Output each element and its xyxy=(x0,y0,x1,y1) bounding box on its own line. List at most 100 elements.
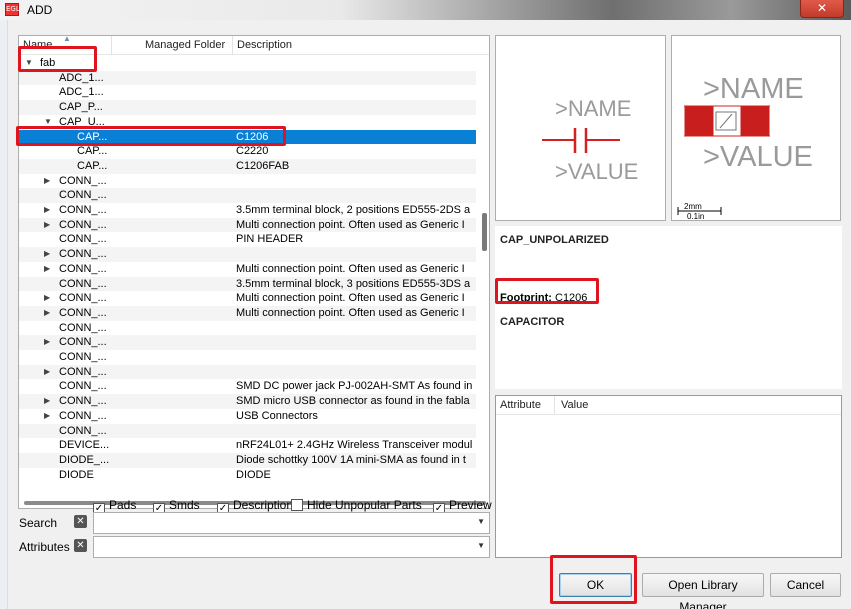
vertical-scrollbar[interactable] xyxy=(480,56,489,499)
tree-row-name: CONN_... xyxy=(59,365,107,378)
tree-row[interactable]: CAP_P... xyxy=(19,100,476,115)
clear-search-icon[interactable]: ✕ xyxy=(74,515,87,528)
tree-row-name: CONN_... xyxy=(59,380,107,393)
tree-row[interactable]: ▶ CONN_... xyxy=(19,364,476,380)
tree-row[interactable]: DIODE DIODE xyxy=(19,468,476,483)
symbol-value-text: >VALUE xyxy=(555,159,638,184)
collapsed-arrow-icon[interactable]: ▶ xyxy=(44,218,50,233)
attribute-table[interactable]: Attribute Value xyxy=(495,395,842,558)
chevron-down-icon[interactable]: ▼ xyxy=(477,541,485,550)
attributes-field[interactable]: ▼ xyxy=(93,536,490,558)
tree-row-name: CAP... xyxy=(77,159,108,172)
cancel-button[interactable]: Cancel xyxy=(770,573,841,597)
column-attribute[interactable]: Attribute xyxy=(500,399,541,411)
close-button[interactable]: ✕ xyxy=(800,0,844,18)
tree-row-name: CAP_P... xyxy=(59,101,103,114)
tree-row-name: CONN_... xyxy=(59,174,107,187)
tree-row[interactable]: ▼ fab xyxy=(19,56,476,71)
tree-row-description: SMD micro USB connector as found in the … xyxy=(236,395,470,408)
window-edge xyxy=(0,20,8,609)
tree-row[interactable]: ADC_1... xyxy=(19,85,476,100)
collapsed-arrow-icon[interactable]: ▶ xyxy=(44,306,50,321)
tree-row[interactable]: CONN_... xyxy=(19,350,476,365)
attributes-input[interactable] xyxy=(96,539,471,555)
dialog-client: ▲ Name Managed Folder Description ▼ fab AD… xyxy=(0,20,851,609)
expanded-arrow-icon[interactable]: ▼ xyxy=(44,115,52,130)
tree-row[interactable]: ▶ CONN_... Multi connection point. Often u… xyxy=(19,217,476,233)
collapsed-arrow-icon[interactable]: ▶ xyxy=(44,291,50,306)
tree-row[interactable]: ▶ CONN_... xyxy=(19,335,476,350)
hide-unpopular-checkbox[interactable]: Hide Unpopular Parts xyxy=(291,498,422,512)
tree-row[interactable]: DIODE_... Diode schottky 100V 1A mini-SMA… xyxy=(19,452,476,468)
tree-row[interactable]: ADC_1... xyxy=(19,70,476,86)
pads-checkbox[interactable]: ✓ Pads xyxy=(93,498,137,515)
smds-checkbox[interactable]: ✓ Smds xyxy=(153,498,200,515)
tree-row[interactable]: CONN_... xyxy=(19,423,476,439)
tree-row-name: CONN_... xyxy=(59,306,107,319)
tree-row[interactable]: ▶ CONN_... Multi connection point. Often u… xyxy=(19,305,476,321)
tree-row[interactable]: ▼ CAP_U... xyxy=(19,115,476,130)
column-value[interactable]: Value xyxy=(561,399,588,411)
footprint-label: Footprint: xyxy=(500,292,552,304)
tree-row[interactable]: CONN_... SMD DC power jack PJ-002AH-SMT A… xyxy=(19,379,476,394)
search-label: Search xyxy=(19,516,58,530)
tree-row-name: CONN_... xyxy=(59,233,107,246)
tree-row[interactable]: DEVICE... nRF24L01+ 2.4GHz Wireless Trans… xyxy=(19,438,476,453)
chevron-down-icon[interactable]: ▼ xyxy=(477,517,485,526)
collapsed-arrow-icon[interactable]: ▶ xyxy=(44,247,50,262)
column-name[interactable]: Name xyxy=(23,39,52,51)
tree-row[interactable]: CAP... C2220 xyxy=(19,144,476,159)
tree-row-description: nRF24L01+ 2.4GHz Wireless Transceiver mo… xyxy=(236,439,473,452)
tree-row[interactable]: CAP... C1206FAB xyxy=(19,158,476,174)
expanded-arrow-icon[interactable]: ▼ xyxy=(25,56,33,71)
tree-row[interactable]: CONN_... PIN HEADER xyxy=(19,232,476,247)
tree-row[interactable]: ▶ CONN_... Multi connection point. Often u… xyxy=(19,262,476,277)
tree-row[interactable]: CONN_... xyxy=(19,321,476,336)
library-tree[interactable]: ▲ Name Managed Folder Description ▼ fab AD… xyxy=(18,35,490,509)
tree-row-name: CONN_... xyxy=(59,277,107,290)
tree-row-description: C1206 xyxy=(236,130,269,143)
collapsed-arrow-icon[interactable]: ▶ xyxy=(44,394,50,409)
tree-row[interactable]: ▶ CONN_... 3.5mm terminal block, 2 positio… xyxy=(19,203,476,218)
attribute-table-header: Attribute Value xyxy=(496,396,841,415)
part-info-panel: CAP_UNPOLARIZED Footprint: C1206 CAPACIT… xyxy=(495,226,842,389)
collapsed-arrow-icon[interactable]: ▶ xyxy=(44,409,50,424)
tree-row-name: CONN_... xyxy=(59,262,107,275)
description-checkbox[interactable]: ✓ Description xyxy=(217,498,293,515)
search-field[interactable]: ▼ xyxy=(93,512,490,534)
scale-mm-text: 2mm xyxy=(684,202,702,211)
column-description[interactable]: Description xyxy=(237,39,292,51)
collapsed-arrow-icon[interactable]: ▶ xyxy=(44,174,50,189)
open-library-manager-button[interactable]: Open Library Manager xyxy=(642,573,764,609)
tree-row[interactable]: CONN_... xyxy=(19,188,476,203)
ok-button[interactable]: OK xyxy=(559,573,632,597)
part-description: CAPACITOR xyxy=(500,316,565,328)
tree-row-name: fab xyxy=(40,57,56,69)
tree-row[interactable]: ▶ CONN_... USB Connectors xyxy=(19,409,476,424)
collapsed-arrow-icon[interactable]: ▶ xyxy=(44,262,50,277)
tree-row[interactable]: CAP... C1206 xyxy=(19,129,476,145)
tree-row-name: DIODE xyxy=(59,468,94,481)
tree-row[interactable]: ▶ CONN_... xyxy=(19,174,476,189)
preview-label: Preview xyxy=(449,498,492,512)
pads-label: Pads xyxy=(109,498,137,512)
vertical-scroll-thumb[interactable] xyxy=(482,213,487,251)
collapsed-arrow-icon[interactable]: ▶ xyxy=(44,335,50,350)
tree-row[interactable]: ▶ CONN_... Multi connection point. Often u… xyxy=(19,291,476,306)
tree-row-name: CONN_... xyxy=(59,424,107,437)
clear-attributes-icon[interactable]: ✕ xyxy=(74,539,87,552)
tree-row[interactable]: ▶ CONN_... SMD micro USB connector as foun… xyxy=(19,394,476,409)
tree-row[interactable]: CONN_... 3.5mm terminal block, 3 position… xyxy=(19,276,476,292)
part-name: CAP_UNPOLARIZED xyxy=(500,234,609,246)
tree-row-description: PIN HEADER xyxy=(236,233,304,246)
tree-row-name: CAP... xyxy=(77,130,108,143)
collapsed-arrow-icon[interactable]: ▶ xyxy=(44,365,50,380)
column-managed-folder[interactable]: Managed Folder xyxy=(145,39,225,51)
collapsed-arrow-icon[interactable]: ▶ xyxy=(44,203,50,218)
tree-row[interactable]: ▶ CONN_... xyxy=(19,247,476,262)
tree-row-name: CAP_U... xyxy=(59,115,105,128)
tree-row-description: Multi connection point. Often used as Ge… xyxy=(236,262,465,275)
search-input[interactable] xyxy=(96,515,471,531)
hide-unpopular-label: Hide Unpopular Parts xyxy=(307,498,422,512)
preview-checkbox[interactable]: ✓ Preview xyxy=(433,498,492,515)
